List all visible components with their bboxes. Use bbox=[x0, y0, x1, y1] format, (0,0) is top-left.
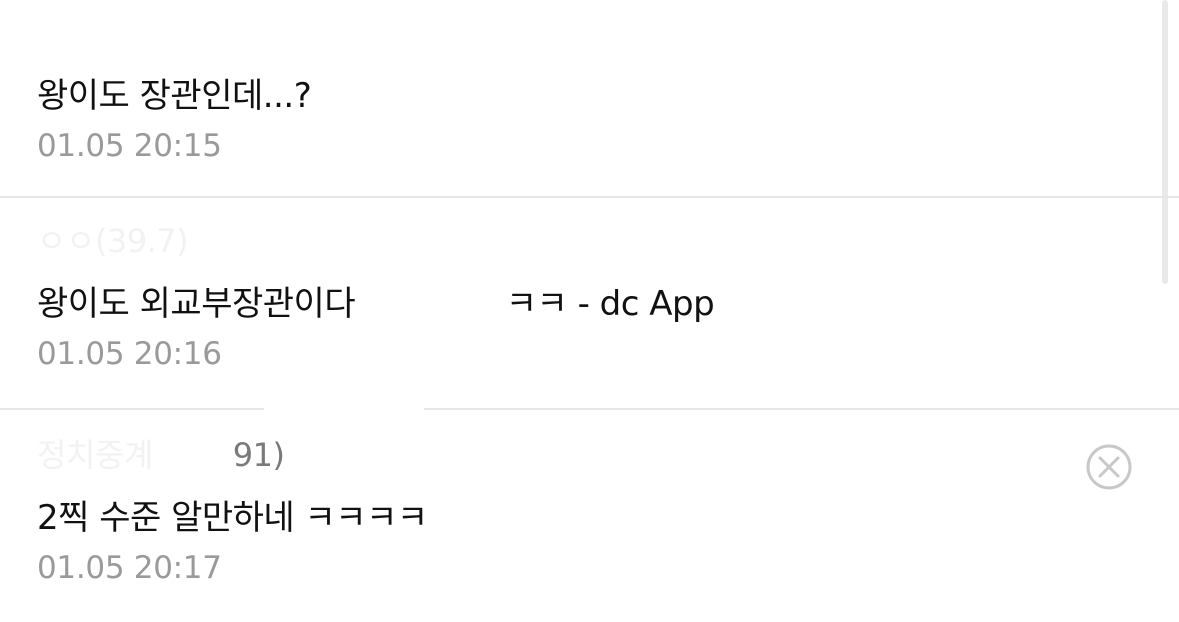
comment-text: 왕이도 외교부장관이다 bbox=[37, 284, 356, 324]
comment-time: 01.05 20:17 bbox=[37, 550, 222, 586]
comment-author-tail: 91) bbox=[232, 436, 285, 474]
divider bbox=[0, 196, 1179, 198]
comment-item: 왕이도 장관인데...? 01.05 20:15 bbox=[37, 72, 312, 166]
comment-item: 정치중계 91) 2찍 수준 알만하네 ㅋㅋㅋㅋ 01.05 20:17 bbox=[37, 434, 428, 588]
comment-author-name: 정치중계 bbox=[37, 436, 153, 474]
glare-overlay bbox=[372, 268, 492, 334]
comment-author[interactable]: ㅇㅇ(39.7) bbox=[37, 220, 714, 262]
scrollbar[interactable] bbox=[1162, 0, 1168, 284]
divider bbox=[0, 408, 1179, 410]
comment-time: 01.05 20:15 bbox=[37, 128, 222, 164]
close-circle-icon[interactable] bbox=[1085, 443, 1133, 491]
comment-text: 2찍 수준 알만하네 ㅋㅋㅋㅋ bbox=[37, 498, 428, 538]
comment-author[interactable]: 정치중계 91) bbox=[37, 434, 428, 476]
comment-text-tail: ㅋㅋ - dc App bbox=[505, 284, 715, 324]
comment-list: 왕이도 장관인데...? 01.05 20:15 ㅇㅇ(39.7) 왕이도 외교… bbox=[0, 0, 1179, 622]
glare-overlay bbox=[264, 405, 424, 413]
comment-time: 01.05 20:16 bbox=[37, 336, 222, 372]
comment-text: 왕이도 장관인데...? bbox=[37, 76, 312, 116]
